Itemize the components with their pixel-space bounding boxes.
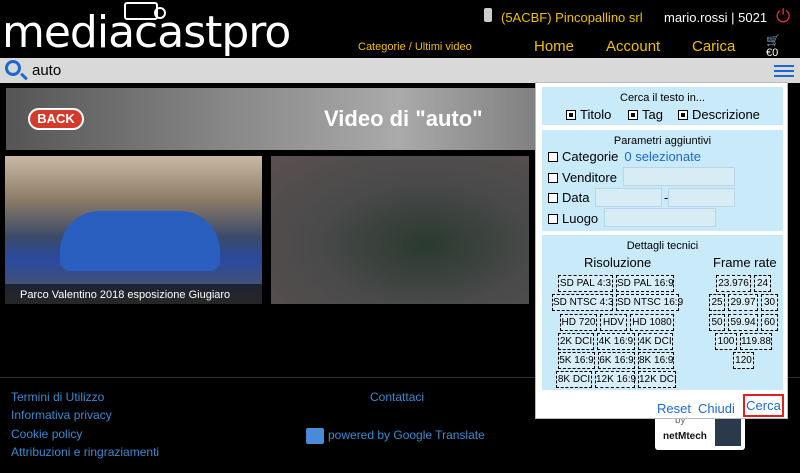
video-thumbnail-blurred[interactable] <box>271 156 529 304</box>
categorie-label: Categorie <box>562 149 619 164</box>
fps-chip[interactable]: 59.94 <box>728 314 758 331</box>
footer-link-privacy[interactable]: Informativa privacy <box>11 408 112 422</box>
section-title: Dettagli tecnici <box>626 240 699 252</box>
nav-home[interactable]: Home <box>534 38 574 55</box>
framerate-title: Frame rate <box>713 255 777 270</box>
descrizione-label: Descrizione <box>692 107 760 122</box>
nav-account[interactable]: Account <box>606 38 660 55</box>
translate-icon <box>306 428 324 444</box>
translate-label: powered by Google Translate <box>328 428 485 443</box>
filter-settings-icon[interactable] <box>774 62 794 78</box>
section-title: Parametri aggiuntivi <box>613 135 712 147</box>
google-translate[interactable]: powered by Google Translate <box>306 428 485 444</box>
data-label: Data <box>562 190 590 205</box>
reset-button[interactable]: Reset <box>657 401 691 416</box>
venditore-label: Venditore <box>562 170 617 185</box>
filter-luogo[interactable]: Luogo <box>548 211 598 226</box>
search-filter-panel: Cerca il testo in... Titolo Tag Descrizi… <box>535 82 788 419</box>
tag-label: Tag <box>642 107 663 122</box>
field-titolo[interactable]: Titolo <box>566 107 611 122</box>
res-chip[interactable]: SD PAL 16:9 <box>616 275 674 292</box>
res-chip[interactable]: 4K DCI <box>638 333 673 350</box>
seller-name[interactable]: (5ACBF) Pincopallino srl <box>501 10 643 25</box>
res-chip[interactable]: HD 720 <box>560 314 597 331</box>
luogo-input[interactable] <box>604 208 716 227</box>
checkbox-categorie[interactable] <box>548 151 558 162</box>
fps-chip[interactable]: 24 <box>754 275 771 292</box>
fps-chip[interactable]: 25 <box>709 294 725 311</box>
res-chip[interactable]: 2K DCI <box>558 333 594 350</box>
breadcrumb[interactable]: Categorie / Ultimi video <box>358 41 472 53</box>
data-to-input[interactable] <box>668 188 735 207</box>
categorie-link[interactable]: 0 selezionate <box>624 149 701 164</box>
res-chip[interactable]: 5K 16:9 <box>558 352 595 369</box>
technical-details-section: Dettagli tecnici Risoluzione Frame rate … <box>542 235 783 390</box>
nav-carica[interactable]: Carica <box>692 38 735 55</box>
logo[interactable]: mediacastpro <box>2 4 291 62</box>
field-tag[interactable]: Tag <box>628 107 663 122</box>
fps-chip[interactable]: 23.976 <box>716 275 751 292</box>
fps-chip[interactable]: 100 <box>715 333 737 350</box>
res-chip[interactable]: 8K 16:9 <box>638 352 674 369</box>
checkbox-descrizione[interactable] <box>678 109 688 120</box>
footer-link-attribution[interactable]: Attribuzioni e ringraziamenti <box>11 445 159 459</box>
cart[interactable]: 🛒 €0 <box>766 34 780 59</box>
footer-link-terms[interactable]: Termini di Utilizzo <box>11 390 104 404</box>
video-caption: Parco Valentino 2018 esposizione Giugiar… <box>5 284 262 304</box>
top-header: mediacastpro (5ACBF) Pincopallino srl ma… <box>0 0 800 59</box>
filter-data[interactable]: Data <box>548 190 589 205</box>
video-thumbnail[interactable]: Parco Valentino 2018 esposizione Giugiar… <box>5 156 262 304</box>
res-chip[interactable]: 12K 16:9 <box>595 371 636 388</box>
fps-chip[interactable]: 50 <box>709 314 725 331</box>
res-chip[interactable]: 12K DCI <box>638 371 677 388</box>
fps-chip[interactable]: 30 <box>761 294 778 311</box>
checkbox-luogo[interactable] <box>548 213 558 224</box>
power-icon[interactable]: ⏻ <box>776 6 790 27</box>
results-banner: BACK Video di "auto" <box>6 88 566 150</box>
section-title: Cerca il testo in... <box>620 92 705 104</box>
res-chip[interactable]: 8K DCI <box>556 371 592 388</box>
res-chip[interactable]: SD NTSC 16:9 <box>616 294 683 311</box>
seller-icon <box>484 8 492 22</box>
res-chip[interactable]: 6K 16:9 <box>598 352 635 369</box>
res-chip[interactable]: 4K 16:9 <box>597 333 635 350</box>
back-button[interactable]: BACK <box>28 108 84 130</box>
field-descrizione[interactable]: Descrizione <box>678 107 760 122</box>
checkbox-tag[interactable] <box>628 109 638 120</box>
search-input[interactable] <box>32 61 732 80</box>
titolo-label: Titolo <box>580 107 612 122</box>
footer-link-contact[interactable]: Contattaci <box>370 390 424 404</box>
luogo-label: Luogo <box>562 211 599 226</box>
risoluzione-title: Risoluzione <box>584 255 652 270</box>
venditore-input[interactable] <box>623 167 735 186</box>
checkbox-titolo[interactable] <box>566 109 576 120</box>
res-chip[interactable]: SD NTSC 4:3 <box>552 294 614 311</box>
footer-link-cookie[interactable]: Cookie policy <box>11 427 82 441</box>
res-chip[interactable]: HDV <box>600 314 627 331</box>
fps-chip[interactable]: 60 <box>761 314 778 331</box>
filter-categorie[interactable]: Categorie 0 selezionate <box>548 149 701 164</box>
brand-name: netMtech <box>663 431 707 442</box>
search-bar <box>0 58 800 83</box>
cerca-button[interactable]: Cerca <box>743 394 784 417</box>
search-icon[interactable] <box>5 60 21 76</box>
fps-chip[interactable]: 119.88 <box>740 333 772 350</box>
page-title: Video di "auto" <box>324 106 483 131</box>
filter-venditore[interactable]: Venditore <box>548 170 617 185</box>
checkbox-venditore[interactable] <box>548 172 558 183</box>
additional-params-section: Parametri aggiuntivi Categorie 0 selezion… <box>542 130 783 231</box>
car-image <box>60 211 220 271</box>
fps-chip[interactable]: 29.97 <box>728 294 758 311</box>
data-from-input[interactable] <box>595 188 662 207</box>
chiudi-button[interactable]: Chiudi <box>698 401 735 416</box>
user-info[interactable]: mario.rossi | 5021 <box>664 10 767 25</box>
res-chip[interactable]: HD 1080 <box>630 314 674 331</box>
text-fields-section: Cerca il testo in... Titolo Tag Descrizi… <box>542 87 783 125</box>
checkbox-data[interactable] <box>548 192 558 203</box>
fps-chip[interactable]: 120 <box>733 352 754 369</box>
res-chip[interactable]: SD PAL 4:3 <box>558 275 613 292</box>
